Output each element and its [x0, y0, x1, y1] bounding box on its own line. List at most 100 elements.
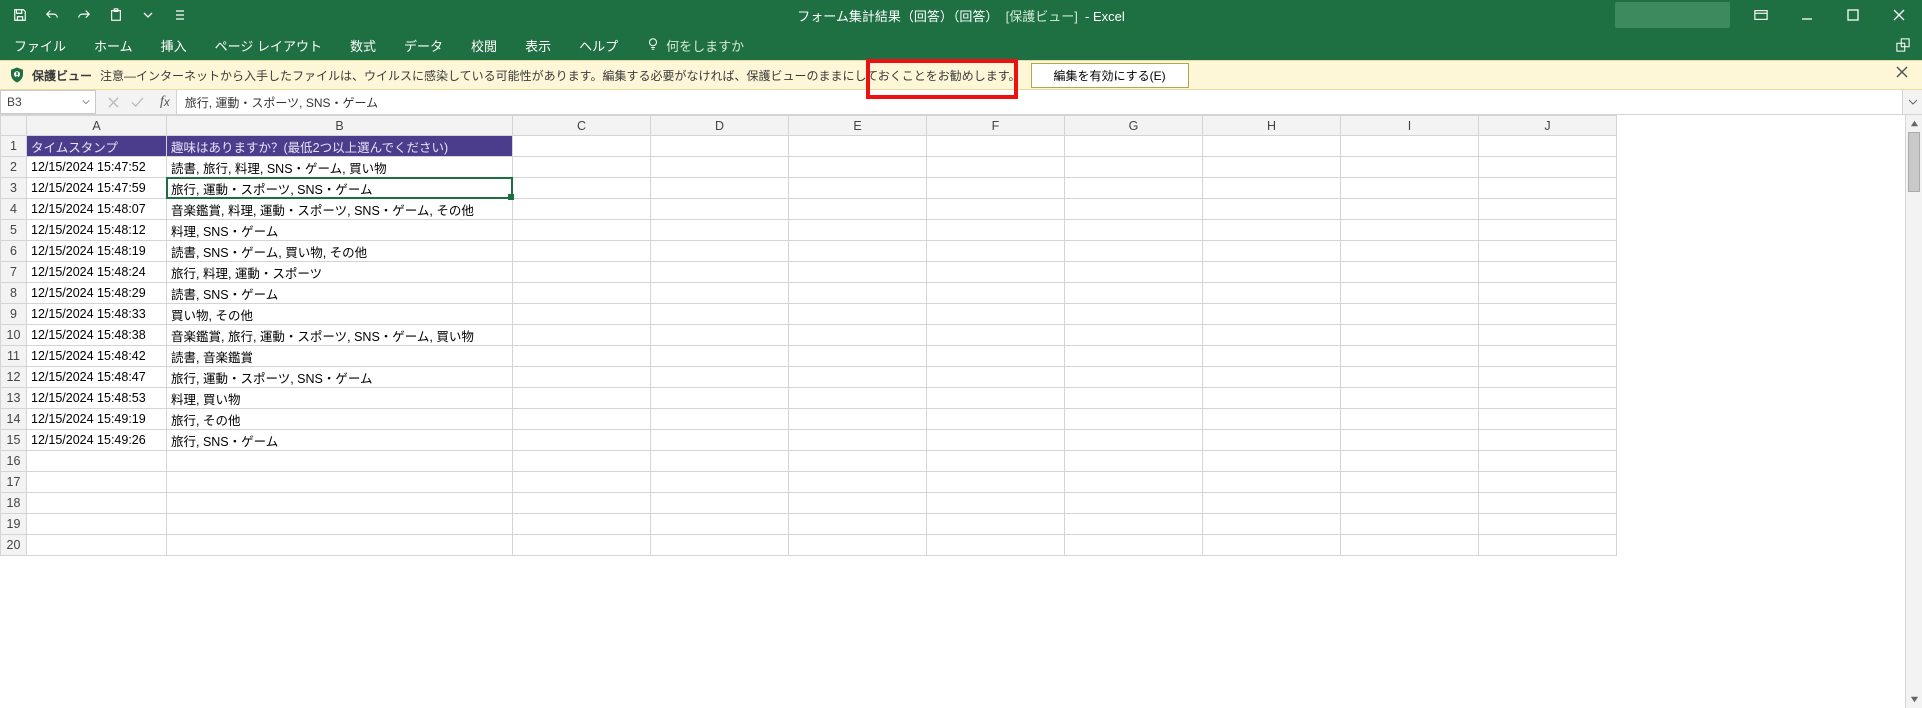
- tab-表示[interactable]: 表示: [511, 30, 565, 60]
- minimize-icon[interactable]: [1784, 0, 1830, 30]
- row-header-4[interactable]: 4: [1, 199, 27, 220]
- cell-J7[interactable]: [1479, 262, 1617, 283]
- cell-I5[interactable]: [1341, 220, 1479, 241]
- cell-J8[interactable]: [1479, 283, 1617, 304]
- cell-H11[interactable]: [1203, 346, 1341, 367]
- cell-H4[interactable]: [1203, 199, 1341, 220]
- cell-B8[interactable]: 読書, SNS・ゲーム: [167, 283, 513, 304]
- column-header-G[interactable]: G: [1065, 116, 1203, 136]
- row-header-3[interactable]: 3: [1, 178, 27, 199]
- row-header-12[interactable]: 12: [1, 367, 27, 388]
- cell-C11[interactable]: [513, 346, 651, 367]
- cell-I6[interactable]: [1341, 241, 1479, 262]
- cell-A3[interactable]: 12/15/2024 15:47:59: [27, 178, 167, 199]
- cell-J16[interactable]: [1479, 451, 1617, 472]
- cell-D1[interactable]: [651, 136, 789, 157]
- formula-input[interactable]: 旅行, 運動・スポーツ, SNS・ゲーム: [176, 90, 1902, 114]
- cell-E6[interactable]: [789, 241, 927, 262]
- cell-J13[interactable]: [1479, 388, 1617, 409]
- cell-F20[interactable]: [927, 535, 1065, 556]
- cell-B19[interactable]: [167, 514, 513, 535]
- tab-ヘルプ[interactable]: ヘルプ: [565, 30, 632, 60]
- tab-数式[interactable]: 数式: [336, 30, 390, 60]
- cell-H2[interactable]: [1203, 157, 1341, 178]
- cell-I7[interactable]: [1341, 262, 1479, 283]
- protected-view-close-icon[interactable]: [1896, 66, 1914, 84]
- cell-H9[interactable]: [1203, 304, 1341, 325]
- cell-C15[interactable]: [513, 430, 651, 451]
- cell-G11[interactable]: [1065, 346, 1203, 367]
- cell-G12[interactable]: [1065, 367, 1203, 388]
- cell-C20[interactable]: [513, 535, 651, 556]
- cell-H19[interactable]: [1203, 514, 1341, 535]
- cell-E20[interactable]: [789, 535, 927, 556]
- cell-B6[interactable]: 読書, SNS・ゲーム, 買い物, その他: [167, 241, 513, 262]
- cell-G7[interactable]: [1065, 262, 1203, 283]
- undo-icon[interactable]: [38, 3, 66, 27]
- name-box[interactable]: B3: [0, 90, 96, 114]
- cell-H6[interactable]: [1203, 241, 1341, 262]
- row-header-15[interactable]: 15: [1, 430, 27, 451]
- cell-E3[interactable]: [789, 178, 927, 199]
- scroll-thumb[interactable]: [1908, 132, 1920, 192]
- cell-E4[interactable]: [789, 199, 927, 220]
- cell-D11[interactable]: [651, 346, 789, 367]
- expand-formula-icon[interactable]: [1902, 90, 1922, 114]
- cell-A13[interactable]: 12/15/2024 15:48:53: [27, 388, 167, 409]
- cell-D9[interactable]: [651, 304, 789, 325]
- cell-I16[interactable]: [1341, 451, 1479, 472]
- cell-I17[interactable]: [1341, 472, 1479, 493]
- cell-B16[interactable]: [167, 451, 513, 472]
- column-header-F[interactable]: F: [927, 116, 1065, 136]
- column-header-A[interactable]: A: [27, 116, 167, 136]
- chevron-down-icon[interactable]: [79, 94, 93, 110]
- cell-B14[interactable]: 旅行, その他: [167, 409, 513, 430]
- cell-F15[interactable]: [927, 430, 1065, 451]
- cell-E19[interactable]: [789, 514, 927, 535]
- column-header-B[interactable]: B: [167, 116, 513, 136]
- cell-A1[interactable]: タイムスタンプ: [27, 136, 167, 157]
- cell-A7[interactable]: 12/15/2024 15:48:24: [27, 262, 167, 283]
- cell-I3[interactable]: [1341, 178, 1479, 199]
- cell-C9[interactable]: [513, 304, 651, 325]
- cell-C10[interactable]: [513, 325, 651, 346]
- cell-F11[interactable]: [927, 346, 1065, 367]
- column-header-E[interactable]: E: [789, 116, 927, 136]
- cell-H15[interactable]: [1203, 430, 1341, 451]
- cell-A17[interactable]: [27, 472, 167, 493]
- row-header-18[interactable]: 18: [1, 493, 27, 514]
- cell-H14[interactable]: [1203, 409, 1341, 430]
- row-header-7[interactable]: 7: [1, 262, 27, 283]
- cell-C17[interactable]: [513, 472, 651, 493]
- cell-F7[interactable]: [927, 262, 1065, 283]
- cell-C2[interactable]: [513, 157, 651, 178]
- cell-I14[interactable]: [1341, 409, 1479, 430]
- enter-formula-icon[interactable]: [126, 97, 148, 108]
- tell-me[interactable]: 何をしますか: [632, 36, 758, 55]
- cell-F10[interactable]: [927, 325, 1065, 346]
- scroll-track[interactable]: [1906, 132, 1922, 691]
- cell-D16[interactable]: [651, 451, 789, 472]
- cell-G20[interactable]: [1065, 535, 1203, 556]
- cell-H10[interactable]: [1203, 325, 1341, 346]
- cell-G8[interactable]: [1065, 283, 1203, 304]
- cell-I4[interactable]: [1341, 199, 1479, 220]
- cell-D12[interactable]: [651, 367, 789, 388]
- cell-H12[interactable]: [1203, 367, 1341, 388]
- row-header-13[interactable]: 13: [1, 388, 27, 409]
- cell-B18[interactable]: [167, 493, 513, 514]
- cell-A6[interactable]: 12/15/2024 15:48:19: [27, 241, 167, 262]
- paste-icon[interactable]: [102, 3, 130, 27]
- cell-J20[interactable]: [1479, 535, 1617, 556]
- cell-J6[interactable]: [1479, 241, 1617, 262]
- row-header-16[interactable]: 16: [1, 451, 27, 472]
- cell-I10[interactable]: [1341, 325, 1479, 346]
- cell-G13[interactable]: [1065, 388, 1203, 409]
- cell-H18[interactable]: [1203, 493, 1341, 514]
- cell-H17[interactable]: [1203, 472, 1341, 493]
- cell-B3[interactable]: 旅行, 運動・スポーツ, SNS・ゲーム: [167, 178, 513, 199]
- cell-G9[interactable]: [1065, 304, 1203, 325]
- cell-A16[interactable]: [27, 451, 167, 472]
- cell-F14[interactable]: [927, 409, 1065, 430]
- cell-I9[interactable]: [1341, 304, 1479, 325]
